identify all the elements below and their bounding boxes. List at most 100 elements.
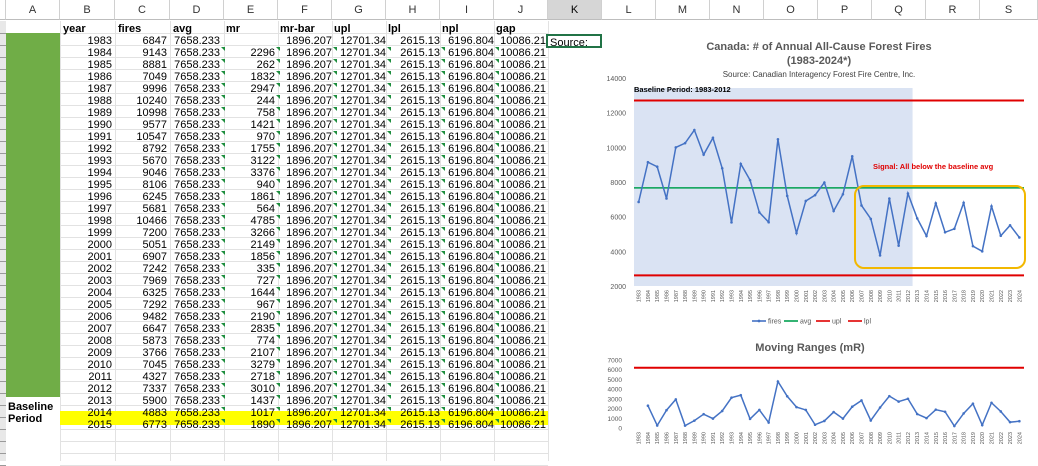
cell-npl[interactable]: 6196.804 <box>448 275 494 287</box>
cell-lpl[interactable]: 2615.13 <box>400 359 440 371</box>
cell-npl[interactable]: 6196.804 <box>448 167 494 179</box>
cell-lpl[interactable]: 2615.13 <box>400 203 440 215</box>
cell-gap[interactable]: 10086.21 <box>500 371 546 383</box>
cell-avg[interactable]: 7658.233 <box>174 227 220 239</box>
cell-fires[interactable]: 10998 <box>136 107 167 119</box>
cell-gap[interactable]: 10086.21 <box>500 35 546 47</box>
cell-lpl[interactable]: 2615.13 <box>400 275 440 287</box>
cell-npl[interactable]: 6196.804 <box>448 371 494 383</box>
cell-fires[interactable]: 10240 <box>136 95 167 107</box>
cell-lpl[interactable]: 2615.13 <box>400 383 440 395</box>
cell-gap[interactable]: 10086.21 <box>500 95 546 107</box>
column-header-f[interactable]: F <box>278 0 332 20</box>
cell-year[interactable]: 2001 <box>88 251 112 263</box>
cell-mr[interactable]: 3010 <box>251 383 275 395</box>
cell-fires[interactable]: 9046 <box>143 167 167 179</box>
cell-mrbar[interactable]: 1896.207 <box>286 191 332 203</box>
header-upl[interactable]: upl <box>334 23 351 35</box>
cell-npl[interactable]: 6196.804 <box>448 35 494 47</box>
cell-year[interactable]: 1985 <box>88 59 112 71</box>
cell-mrbar[interactable]: 1896.207 <box>286 35 332 47</box>
cell-upl[interactable]: 12701.34 <box>340 59 386 71</box>
cell-lpl[interactable]: 2615.13 <box>400 323 440 335</box>
cell-year[interactable]: 2002 <box>88 263 112 275</box>
cell-avg[interactable]: 7658.233 <box>174 383 220 395</box>
cell-mr[interactable]: 2835 <box>251 323 275 335</box>
cell-npl[interactable]: 6196.804 <box>448 59 494 71</box>
header-mr-bar[interactable]: mr-bar <box>280 23 315 35</box>
cell-year[interactable]: 2013 <box>88 395 112 407</box>
cell-year[interactable]: 2003 <box>88 275 112 287</box>
cell-lpl[interactable]: 2615.13 <box>400 299 440 311</box>
cell-npl[interactable]: 6196.804 <box>448 191 494 203</box>
cell-year[interactable]: 2010 <box>88 359 112 371</box>
cell-upl[interactable]: 12701.34 <box>340 239 386 251</box>
cell-year[interactable]: 2004 <box>88 287 112 299</box>
cell-mrbar[interactable]: 1896.207 <box>286 95 332 107</box>
cell-avg[interactable]: 7658.233 <box>174 395 220 407</box>
cell-mr[interactable]: 1437 <box>251 395 275 407</box>
cell-year[interactable]: 1989 <box>88 107 112 119</box>
cell-gap[interactable]: 10086.21 <box>500 71 546 83</box>
cell-gap[interactable]: 10086.21 <box>500 167 546 179</box>
cell-gap[interactable]: 10086.21 <box>500 287 546 299</box>
cell-lpl[interactable]: 2615.13 <box>400 71 440 83</box>
cell-fires[interactable]: 9996 <box>143 83 167 95</box>
cell-lpl[interactable]: 2615.13 <box>400 191 440 203</box>
cell-gap[interactable]: 10086.21 <box>500 251 546 263</box>
cell-mrbar[interactable]: 1896.207 <box>286 311 332 323</box>
cell-year[interactable]: 1994 <box>88 167 112 179</box>
cell-year[interactable]: 1984 <box>88 47 112 59</box>
cell-avg[interactable]: 7658.233 <box>174 47 220 59</box>
cell-avg[interactable]: 7658.233 <box>174 131 220 143</box>
cell-upl[interactable]: 12701.34 <box>340 179 386 191</box>
cell-avg[interactable]: 7658.233 <box>174 215 220 227</box>
cell-lpl[interactable]: 2615.13 <box>400 131 440 143</box>
cell-upl[interactable]: 12701.34 <box>340 359 386 371</box>
cell-lpl[interactable]: 2615.13 <box>400 311 440 323</box>
cell-npl[interactable]: 6196.804 <box>448 335 494 347</box>
cell-mrbar[interactable]: 1896.207 <box>286 359 332 371</box>
column-header-m[interactable]: M <box>656 0 710 20</box>
cell-upl[interactable]: 12701.34 <box>340 107 386 119</box>
cell-lpl[interactable]: 2615.13 <box>400 407 440 419</box>
cell-mrbar[interactable]: 1896.207 <box>286 263 332 275</box>
column-header-a[interactable]: A <box>6 0 60 20</box>
cell-lpl[interactable]: 2615.13 <box>400 107 440 119</box>
cell-upl[interactable]: 12701.34 <box>340 407 386 419</box>
cell-npl[interactable]: 6196.804 <box>448 323 494 335</box>
cell-gap[interactable]: 10086.21 <box>500 155 546 167</box>
cell-avg[interactable]: 7658.233 <box>174 107 220 119</box>
cell-fires[interactable]: 10466 <box>136 215 167 227</box>
cell-gap[interactable]: 10086.21 <box>500 47 546 59</box>
cell-avg[interactable]: 7658.233 <box>174 323 220 335</box>
cell-fires[interactable]: 7049 <box>143 71 167 83</box>
cell-lpl[interactable]: 2615.13 <box>400 419 440 431</box>
cell-npl[interactable]: 6196.804 <box>448 419 494 431</box>
cell-fires[interactable]: 4883 <box>143 407 167 419</box>
cell-gap[interactable]: 10086.21 <box>500 323 546 335</box>
cell-mr[interactable]: 4785 <box>251 215 275 227</box>
column-header-b[interactable]: B <box>60 0 115 20</box>
cell-fires[interactable]: 6773 <box>143 419 167 431</box>
cell-mrbar[interactable]: 1896.207 <box>286 107 332 119</box>
cell-lpl[interactable]: 2615.13 <box>400 119 440 131</box>
cell-gap[interactable]: 10086.21 <box>500 311 546 323</box>
cell-mr[interactable]: 1017 <box>251 407 275 419</box>
cell-fires[interactable]: 6245 <box>143 191 167 203</box>
cell-mrbar[interactable]: 1896.207 <box>286 83 332 95</box>
cell-lpl[interactable]: 2615.13 <box>400 167 440 179</box>
cell-mrbar[interactable]: 1896.207 <box>286 143 332 155</box>
header-lpl[interactable]: lpl <box>388 23 401 35</box>
cell-mrbar[interactable]: 1896.207 <box>286 275 332 287</box>
cell-fires[interactable]: 6847 <box>143 35 167 47</box>
cell-mrbar[interactable]: 1896.207 <box>286 407 332 419</box>
cell-mrbar[interactable]: 1896.207 <box>286 383 332 395</box>
cell-lpl[interactable]: 2615.13 <box>400 59 440 71</box>
cell-npl[interactable]: 6196.804 <box>448 227 494 239</box>
cell-year[interactable]: 2008 <box>88 335 112 347</box>
cell-upl[interactable]: 12701.34 <box>340 71 386 83</box>
cell-avg[interactable]: 7658.233 <box>174 311 220 323</box>
cell-mrbar[interactable]: 1896.207 <box>286 155 332 167</box>
cell-avg[interactable]: 7658.233 <box>174 287 220 299</box>
